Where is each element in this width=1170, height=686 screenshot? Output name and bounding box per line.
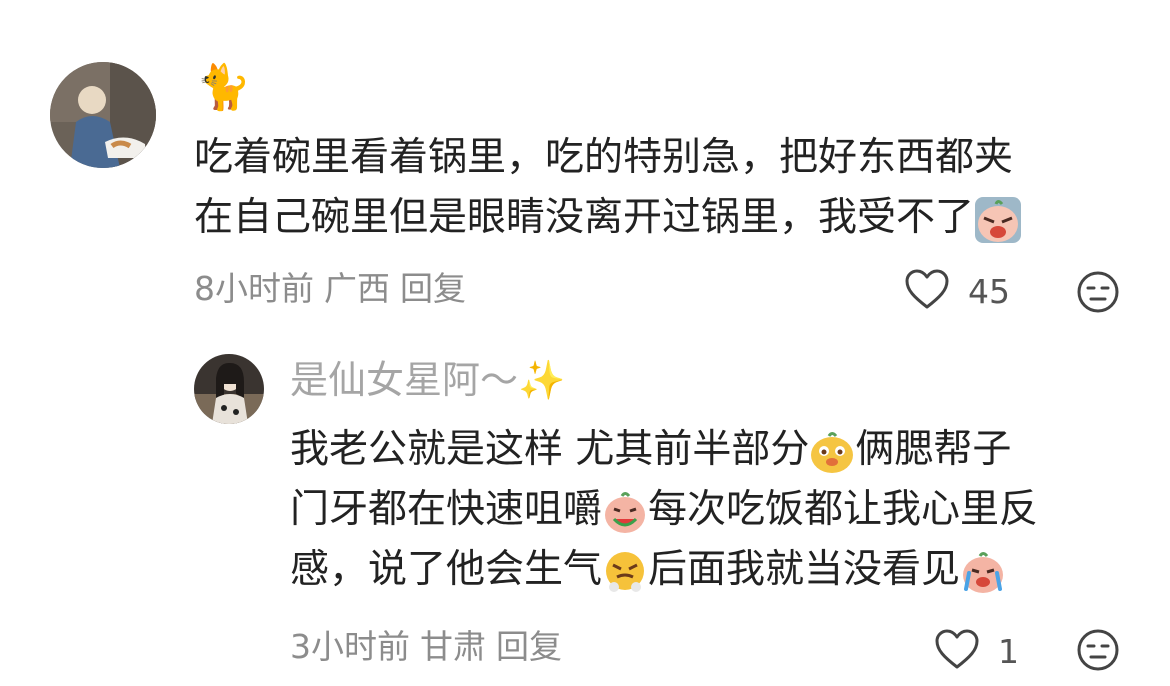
timestamp: 8小时前 [194, 269, 314, 308]
crying-peach-emoji [974, 196, 1022, 244]
comment-line: 在自己碗里但是眼睛没离开过锅里，我受不了 [194, 195, 975, 240]
dislike-button[interactable] [1076, 628, 1120, 672]
like-count: 45 [968, 271, 1010, 311]
reply-button[interactable]: 回复 [400, 269, 466, 308]
comment-line-segment: 后面我就当没看见 [648, 547, 961, 592]
comment-line-with-emoji: 感，说了他会生气 后面我就当没看见 [290, 540, 1130, 600]
heart-outline-icon [934, 628, 980, 674]
comment-line-segment: 我老公就是这样 尤其前半部分 [290, 427, 810, 472]
location: 广西 [324, 269, 390, 308]
comment-meta: 8小时前 广西 回复 [194, 266, 466, 312]
comment-text: 吃着碗里看着锅里，吃的特别急，把好东西都夹 在自己碗里但是眼睛没离开过锅里，我受… [194, 128, 1124, 248]
like-button[interactable]: 45 [904, 268, 1010, 314]
avatar[interactable] [50, 62, 156, 168]
comment-line: 吃着碗里看着锅里，吃的特别急，把好东西都夹 [194, 135, 1014, 180]
eating-watermelon-emoji [602, 489, 648, 535]
comment-meta: 3小时前 甘肃 回复 [290, 624, 562, 670]
reply-button[interactable]: 回复 [496, 627, 562, 666]
avatar[interactable] [194, 354, 264, 424]
crying-peach-emoji [960, 549, 1006, 595]
location: 甘肃 [420, 627, 486, 666]
comment-line-with-emoji: 在自己碗里但是眼睛没离开过锅里，我受不了 [194, 188, 1124, 248]
timestamp: 3小时前 [290, 627, 410, 666]
comment-line-segment: 感，说了他会生气 [290, 547, 603, 592]
like-button[interactable]: 1 [934, 628, 1019, 674]
angry-steam-face-emoji [602, 549, 648, 595]
username[interactable]: 🐈 [196, 58, 251, 118]
username[interactable]: 是仙女星阿～✨ [290, 352, 565, 408]
comment-line-segment: 俩腮帮子 [855, 427, 1012, 472]
neutral-face-icon [1076, 629, 1120, 676]
heart-outline-icon [904, 268, 950, 314]
like-count: 1 [998, 631, 1019, 671]
dislike-button[interactable] [1076, 270, 1120, 314]
cat-emoji: 🐈 [196, 62, 251, 113]
comment-line-with-emoji: 门牙都在快速咀嚼 每次吃饭都让我心里反 [290, 480, 1130, 540]
comment-line-segment: 每次吃饭都让我心里反 [648, 487, 1039, 532]
comment-line-segment: 门牙都在快速咀嚼 [290, 487, 603, 532]
comment-line-with-emoji: 我老公就是这样 尤其前半部分 俩腮帮子 [290, 420, 1130, 480]
yellow-chick-emoji [809, 429, 855, 475]
neutral-face-icon [1076, 271, 1120, 318]
comment-text: 我老公就是这样 尤其前半部分 俩腮帮子 门牙都在快速咀嚼 每次吃饭都让我心里反 … [290, 420, 1130, 600]
